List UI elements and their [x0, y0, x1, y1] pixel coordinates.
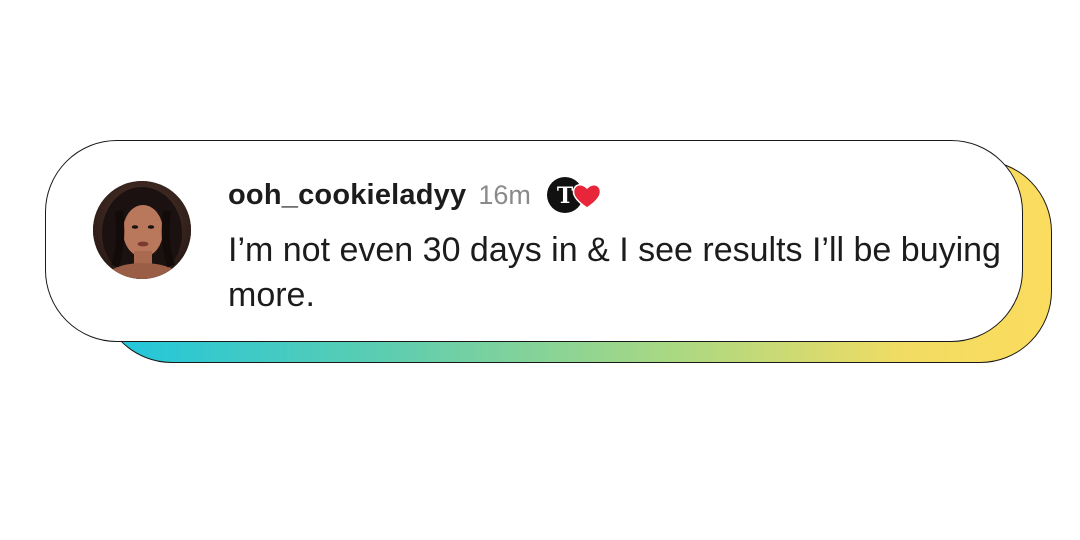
comment-text: I’m not even 30 days in & I see results … [228, 231, 1001, 314]
comment-graphic: ooh_cookieladyy 16m T I’m not even 30 da… [0, 0, 1080, 540]
username[interactable]: ooh_cookieladyy [228, 179, 466, 212]
timestamp: 16m [478, 179, 531, 210]
badge-letter: T [557, 183, 574, 209]
creator-liked-badge: T [545, 174, 607, 216]
avatar[interactable] [93, 181, 191, 279]
profile-photo-icon [93, 181, 191, 279]
comment-header: ooh_cookieladyy 16m T [228, 174, 607, 216]
